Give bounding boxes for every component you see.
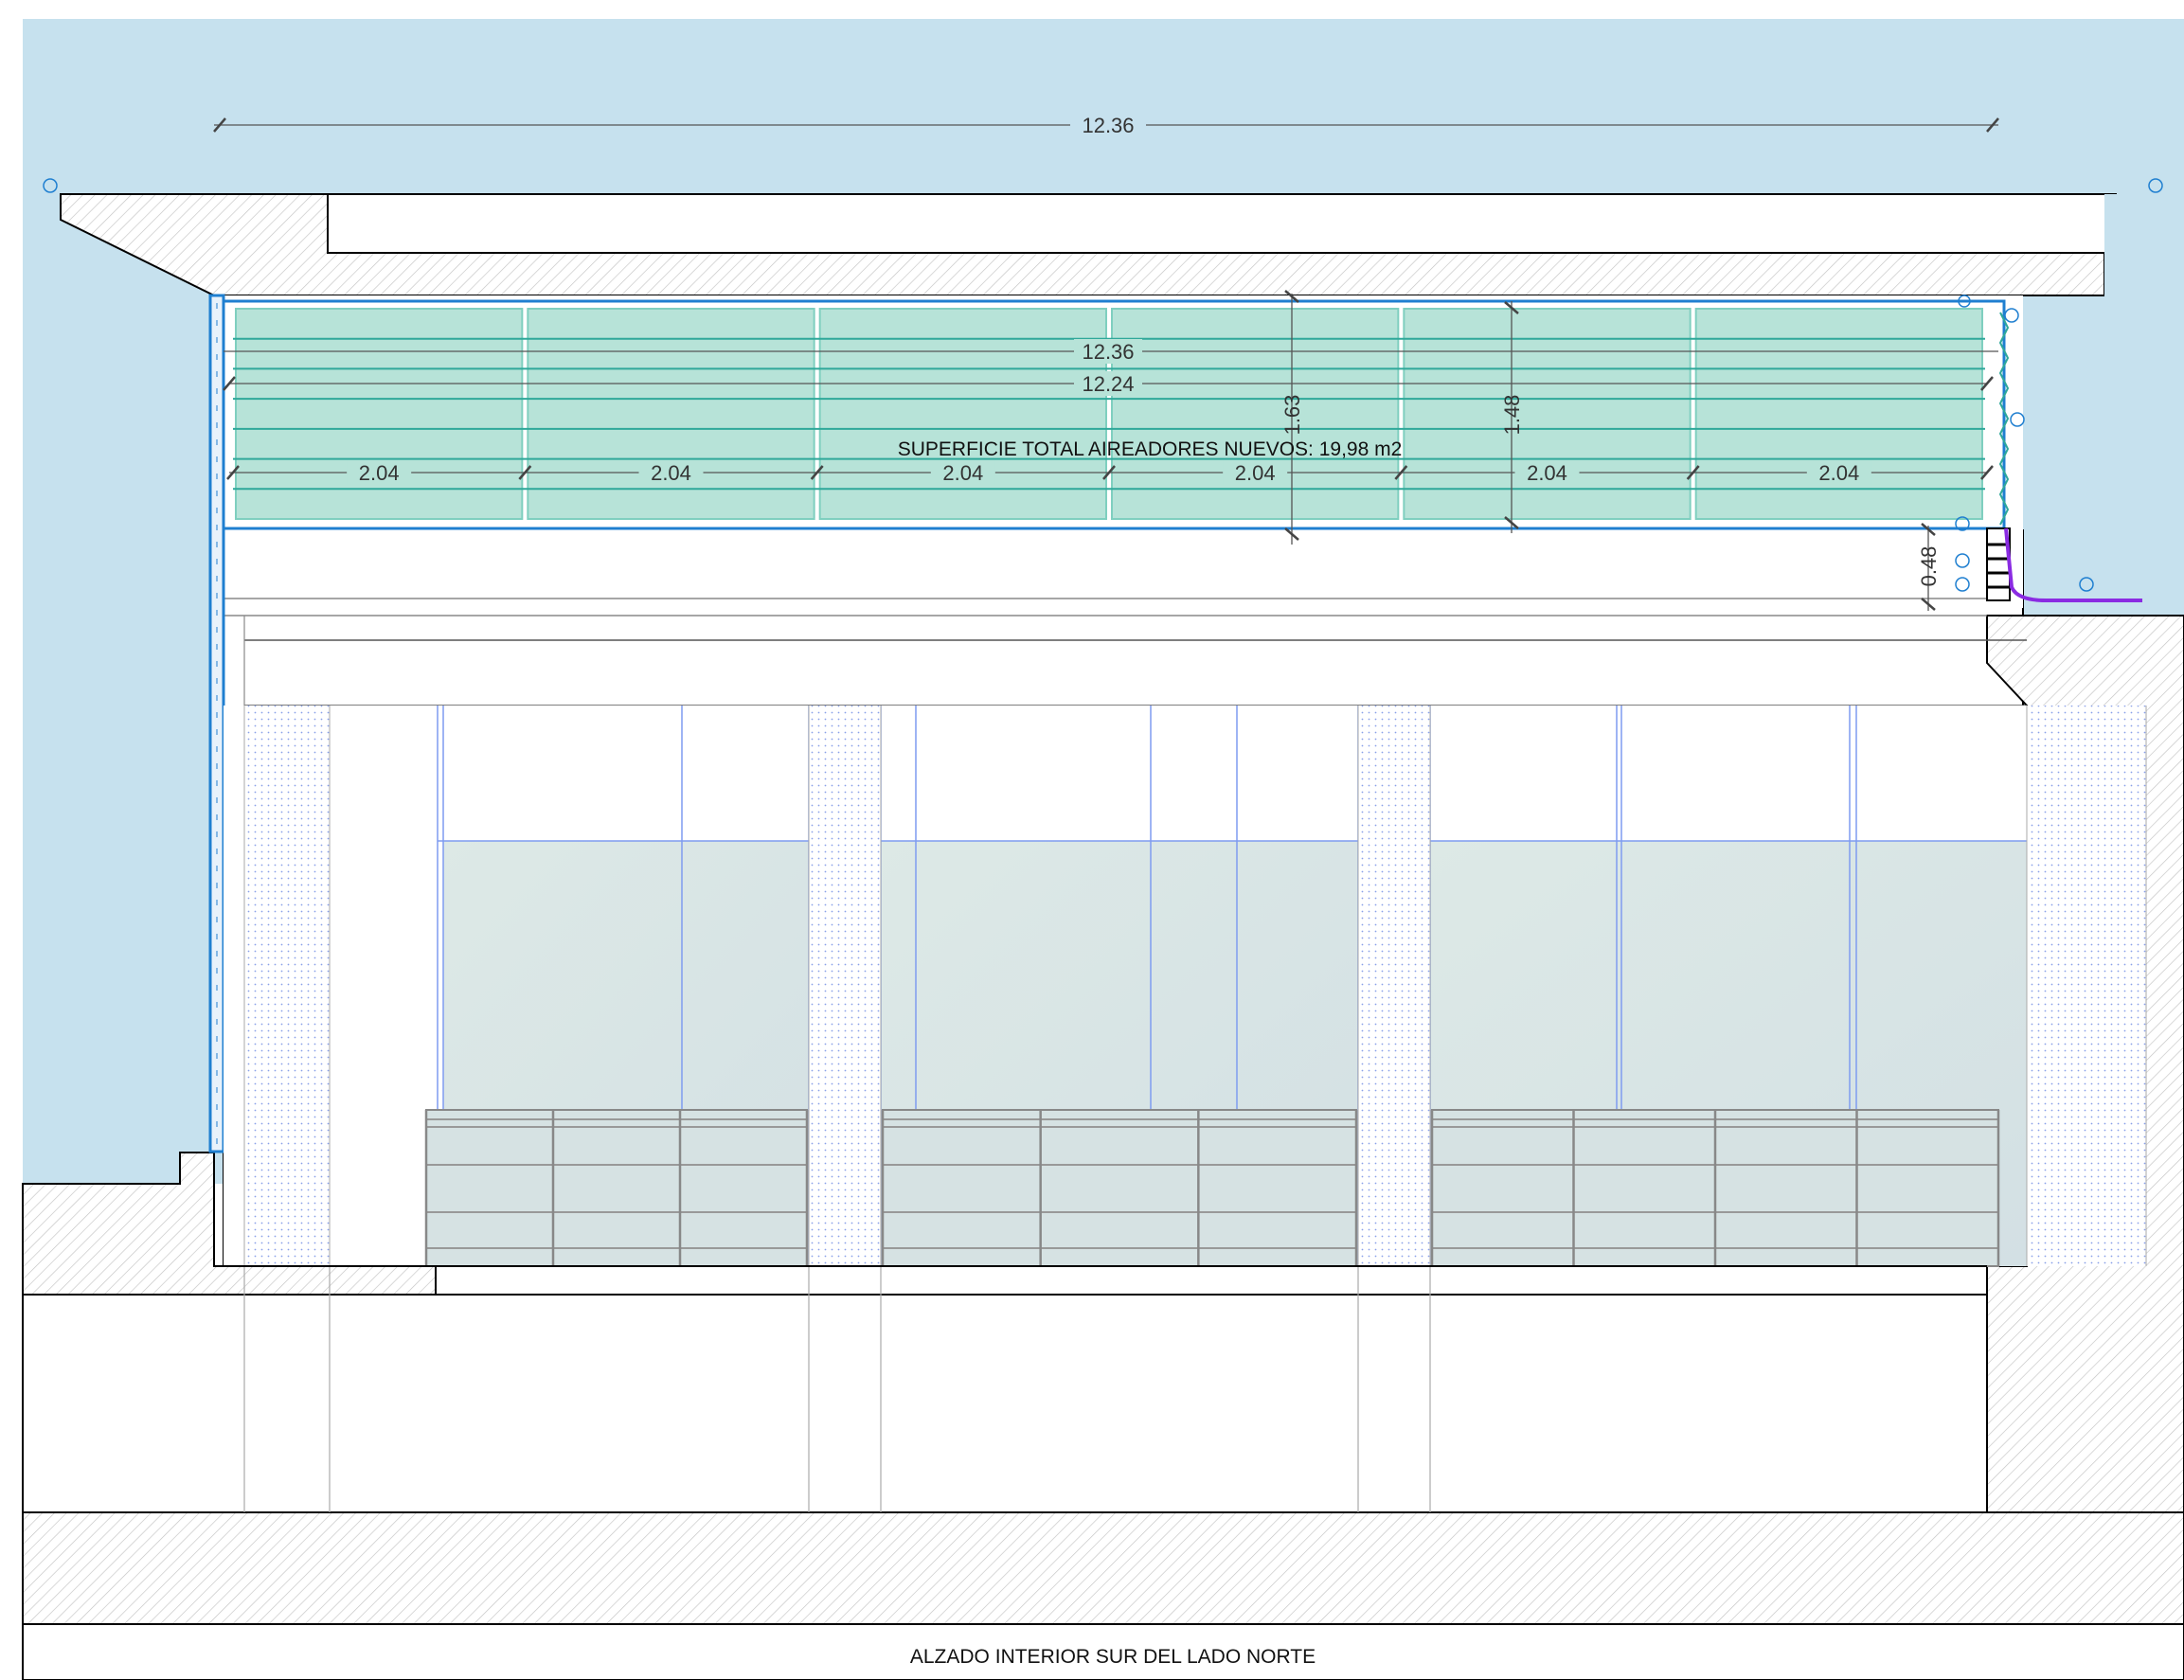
louver-module — [527, 308, 815, 520]
module-dim-label: 2.04 — [1235, 461, 1276, 485]
module-dim-label: 2.04 — [1527, 461, 1567, 485]
louver-module — [235, 308, 524, 520]
dim-height-total: 1.63 — [1280, 395, 1304, 436]
column — [809, 706, 881, 1266]
louver-module — [1694, 308, 1983, 520]
louver-module — [818, 308, 1108, 520]
ground-band — [22, 1511, 2184, 1625]
dim-overall-top: 12.36 — [1082, 114, 1134, 137]
module-dim-label: 2.04 — [942, 461, 983, 485]
louver-module — [1111, 308, 1400, 520]
dim-height-louver: 1.48 — [1500, 395, 1524, 436]
column — [1358, 706, 1430, 1266]
module-dim-label: 2.04 — [1818, 461, 1859, 485]
dim-gap-below: 0.48 — [1917, 546, 1941, 587]
column — [2027, 706, 2146, 1266]
lower-volume — [22, 1294, 1988, 1513]
dim-inner-louver: 12.24 — [1082, 372, 1134, 396]
area-note: SUPERFICIE TOTAL AIREADORES NUEVOS: 19,9… — [898, 438, 1403, 460]
elevation-drawing: 12.36 12.36 12.24 1.63 1.48 0.48 SUPERFI… — [0, 0, 2184, 1680]
railing — [425, 1109, 808, 1267]
railing — [882, 1109, 1357, 1267]
drawing-title: ALZADO INTERIOR SUR DEL LADO NORTE — [910, 1646, 1316, 1668]
louver-module — [1403, 308, 1692, 520]
louver-panels — [222, 299, 2010, 530]
column — [244, 706, 330, 1266]
dim-overall-louver: 12.36 — [1082, 340, 1134, 364]
module-dim-label: 2.04 — [651, 461, 691, 485]
module-dim-label: 2.04 — [359, 461, 400, 485]
left-frame — [208, 294, 225, 1153]
